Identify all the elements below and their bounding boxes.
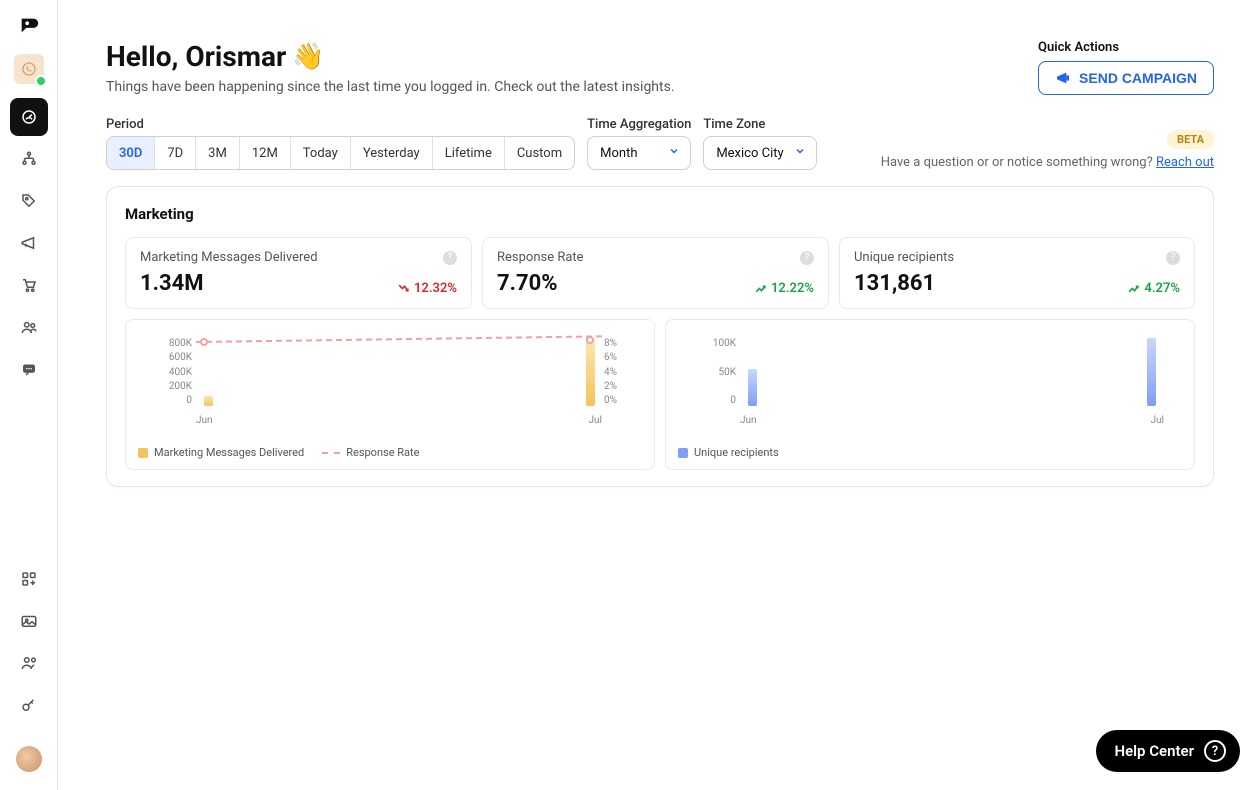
kpi-label: Marketing Messages Delivered: [140, 250, 318, 265]
chart1-response-point-jun: [200, 338, 208, 346]
chart1-xticks: Jun Jul: [196, 415, 602, 426]
aggregation-select[interactable]: Month: [587, 136, 691, 170]
chart1-response-point-jul: [586, 336, 594, 344]
chart1-legend: Marketing Messages Delivered Response Ra…: [138, 446, 636, 459]
trend-up-icon: [754, 282, 767, 295]
chart2-plot: [740, 338, 1164, 406]
kpi-messages-delivered: Marketing Messages Delivered ? 1.34M 12.…: [125, 237, 472, 309]
period-30d[interactable]: 30D: [107, 137, 155, 169]
chart-messages-response: 800K 600K 400K 200K 0 8% 6% 4% 2% 0%: [125, 319, 655, 470]
period-12m[interactable]: 12M: [240, 137, 291, 169]
quick-actions-label: Quick Actions: [1038, 40, 1214, 55]
kpi-delta: 4.27%: [1127, 281, 1180, 296]
chart2-legend: Unique recipients: [678, 446, 1176, 459]
question-icon: ?: [1204, 740, 1226, 762]
chart1-yticks: 800K 600K 400K 200K 0: [160, 338, 192, 406]
sidebar-item-media[interactable]: [10, 602, 48, 640]
trend-up-icon: [1127, 282, 1140, 295]
chart1-response-line: [196, 336, 602, 344]
info-icon[interactable]: ?: [1166, 251, 1180, 265]
marketing-title: Marketing: [125, 205, 1195, 223]
megaphone-icon: [1055, 70, 1071, 86]
chart2-yticks: 100K 50K 0: [706, 338, 736, 406]
timezone-select[interactable]: Mexico City: [703, 136, 816, 170]
period-today[interactable]: Today: [291, 137, 351, 169]
sidebar-item-messages[interactable]: [10, 350, 48, 388]
period-custom[interactable]: Custom: [505, 137, 574, 169]
user-avatar[interactable]: [16, 746, 42, 772]
sidebar-item-cart[interactable]: [10, 266, 48, 304]
chart1-bar-jul: [586, 338, 595, 406]
chart-unique-recipients: 100K 50K 0 Jun Jul Unique recipients: [665, 319, 1195, 470]
sidebar-item-team[interactable]: [10, 644, 48, 682]
whatsapp-online-badge: [35, 75, 47, 87]
period-segmented: 30D 7D 3M 12M Today Yesterday Lifetime C…: [106, 136, 575, 170]
chart2-bar-jul: [1147, 338, 1156, 406]
sidebar: [0, 0, 58, 790]
beta-badge: BETA: [1167, 130, 1214, 149]
marketing-card: Marketing Marketing Messages Delivered ?…: [106, 186, 1214, 487]
sidebar-item-apps[interactable]: [10, 560, 48, 598]
send-campaign-button[interactable]: SEND CAMPAIGN: [1038, 61, 1214, 95]
chart2-bar-jun: [748, 369, 757, 406]
feedback-text: Have a question or or notice something w…: [881, 155, 1153, 170]
kpi-delta: 12.22%: [754, 281, 814, 296]
chart1-bar-jun: [204, 396, 213, 406]
chevron-down-icon: [668, 145, 680, 161]
timezone-label: Time Zone: [703, 117, 816, 132]
kpi-delta: 12.32%: [397, 281, 457, 296]
info-icon[interactable]: ?: [443, 251, 457, 265]
sidebar-whatsapp[interactable]: [14, 54, 44, 84]
period-7d[interactable]: 7D: [155, 137, 196, 169]
info-icon[interactable]: ?: [800, 251, 814, 265]
sidebar-item-keys[interactable]: [10, 686, 48, 724]
kpi-label: Response Rate: [497, 250, 584, 265]
chart1-plot: [196, 338, 602, 406]
page-title: Hello, Orismar 👋: [106, 40, 675, 73]
brand-logo[interactable]: [15, 12, 43, 40]
period-label: Period: [106, 117, 575, 132]
sidebar-item-audience[interactable]: [10, 308, 48, 346]
kpi-unique-recipients: Unique recipients ? 131,861 4.27%: [839, 237, 1195, 309]
chart1-y2ticks: 8% 6% 4% 2% 0%: [604, 338, 626, 406]
help-center-button[interactable]: Help Center ?: [1096, 730, 1240, 772]
sidebar-item-dashboard[interactable]: [10, 98, 48, 136]
chart2-xticks: Jun Jul: [740, 415, 1164, 426]
kpi-label: Unique recipients: [854, 250, 954, 265]
reach-out-link[interactable]: Reach out: [1156, 155, 1214, 170]
aggregation-label: Time Aggregation: [587, 117, 691, 132]
sidebar-item-hierarchy[interactable]: [10, 140, 48, 178]
period-lifetime[interactable]: Lifetime: [433, 137, 505, 169]
period-yesterday[interactable]: Yesterday: [351, 137, 433, 169]
period-3m[interactable]: 3M: [196, 137, 240, 169]
main-content: Hello, Orismar 👋 Things have been happen…: [58, 0, 1258, 790]
sidebar-item-tags[interactable]: [10, 182, 48, 220]
kpi-response-rate: Response Rate ? 7.70% 12.22%: [482, 237, 829, 309]
trend-down-icon: [397, 282, 410, 295]
page-subtitle: Things have been happening since the las…: [106, 79, 675, 95]
sidebar-item-campaigns[interactable]: [10, 224, 48, 262]
chevron-down-icon: [794, 145, 806, 161]
wave-emoji: 👋: [292, 42, 324, 72]
